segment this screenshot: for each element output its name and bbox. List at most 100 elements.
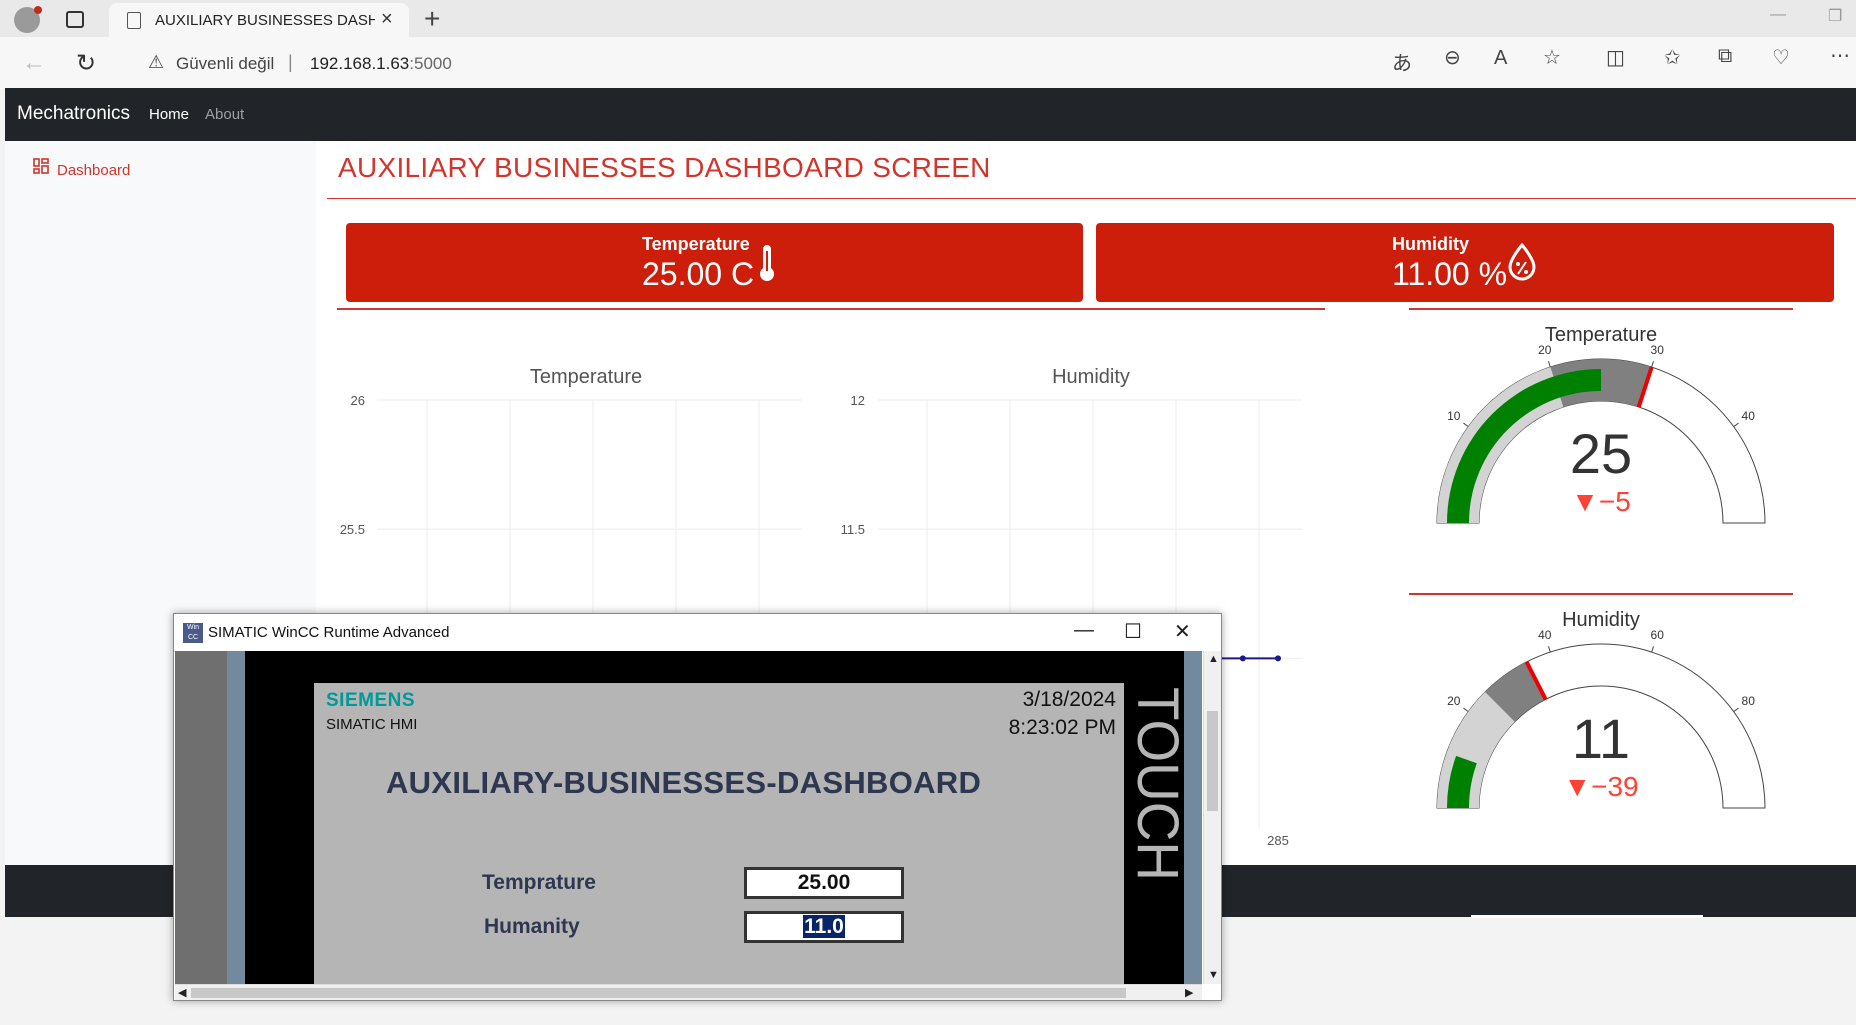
gauge-tick-label: 10 — [1447, 409, 1461, 423]
gauge-tick-label: 40 — [1742, 409, 1756, 423]
y-tick-label: 25.5 — [340, 522, 365, 537]
title-divider — [327, 198, 1856, 199]
hmi-left-bezel — [175, 651, 227, 984]
gauge-tick — [1547, 646, 1551, 653]
gauge-tick — [1733, 707, 1739, 713]
favorites-icon[interactable]: ✩ — [1664, 45, 1681, 70]
hmi-temp-field[interactable]: 25.00 — [744, 867, 904, 899]
page-title: AUXILIARY BUSINESSES DASHBOARD SCREEN — [338, 152, 991, 183]
temperature-gauge-panel: Temperature 10 20 30 40 25 ▼−5 — [1409, 308, 1793, 574]
hmi-minimize-icon[interactable]: — — [1074, 619, 1094, 642]
url-text: 192.168.1.63:5000 — [310, 54, 452, 74]
hmi-window-title: SIMATIC WinCC Runtime Advanced — [208, 624, 450, 641]
hmi-vertical-scrollbar[interactable]: ▲ ▼ — [1203, 651, 1221, 984]
dashboard-icon — [33, 158, 49, 179]
hmi-horizontal-scrollbar[interactable]: ◀ ▶ — [175, 984, 1202, 1000]
hmi-right-frame — [1184, 651, 1202, 984]
gauge-delta: ▼−39 — [1563, 771, 1638, 802]
top-navbar: Mechatronics Home About — [5, 88, 1856, 141]
data-point — [1239, 655, 1246, 662]
tab-actions-icon[interactable] — [66, 11, 84, 28]
hmi-maximize-icon[interactable]: ☐ — [1124, 619, 1142, 644]
temperature-card-label: Temperature — [642, 234, 750, 254]
scroll-down-icon[interactable]: ▼ — [1208, 969, 1219, 981]
gauge-tick — [1547, 361, 1551, 368]
minimize-icon[interactable]: — — [1770, 6, 1786, 24]
gauge-tick — [1651, 361, 1655, 368]
favorite-star-icon[interactable]: ☆ — [1543, 45, 1561, 70]
scroll-right-icon[interactable]: ▶ — [1185, 986, 1193, 999]
browser-toolbar: ← ↻ ⚠ Güvenli değil | 192.168.1.63:5000 … — [0, 37, 1856, 89]
gauge-tick-label: 20 — [1538, 343, 1552, 357]
url-host: 192.168.1.63 — [310, 54, 410, 73]
hmi-content: SIEMENS SIMATIC HMI 3/18/2024 8:23:02 PM… — [175, 651, 1202, 984]
performance-icon[interactable]: ♡ — [1772, 45, 1790, 70]
zoom-out-icon[interactable]: ⊖ — [1444, 45, 1461, 70]
gauge-tick-label: 30 — [1651, 343, 1665, 357]
wincc-runtime-window[interactable]: Win CC SIMATIC WinCC Runtime Advanced — ☐… — [173, 613, 1222, 1001]
scroll-left-icon[interactable]: ◀ — [178, 986, 186, 999]
sidebar-item-dashboard[interactable]: Dashboard — [57, 162, 130, 179]
gauge-tick-label: 20 — [1447, 694, 1461, 708]
hmi-hum-field[interactable]: 11.0 — [744, 911, 904, 943]
address-bar[interactable]: ⚠ Güvenli değil | 192.168.1.63:5000 — [128, 46, 1398, 80]
gauge-title: Humidity — [1562, 609, 1640, 631]
restore-icon[interactable]: ❐ — [1828, 6, 1842, 26]
siemens-logo: SIEMENS — [326, 690, 416, 711]
gauge-tick — [1651, 646, 1655, 653]
hmi-hum-value: 11.0 — [803, 915, 845, 938]
read-aloud-icon[interactable]: A — [1494, 47, 1507, 70]
data-point — [1275, 655, 1281, 662]
browser-tab[interactable]: AUXILIARY BUSINESSES DASHBOARD SCREEN × — [109, 3, 409, 37]
gauge-tick-label: 80 — [1742, 694, 1756, 708]
temperature-gauge: Temperature 10 20 30 40 25▼−5 — [1436, 324, 1766, 524]
gauge-tick-label: 40 — [1538, 628, 1552, 642]
x-tick-label: 285 — [1267, 833, 1289, 848]
profile-avatar-icon[interactable] — [14, 6, 42, 33]
y-tick-label: 11.5 — [841, 522, 865, 537]
warning-icon: ⚠ — [148, 52, 165, 72]
new-tab-icon[interactable]: + — [424, 3, 440, 35]
svg-text:TOUCH: TOUCH — [1125, 687, 1184, 881]
back-icon[interactable]: ← — [22, 49, 46, 77]
navbar-brand[interactable]: Mechatronics — [17, 103, 130, 125]
more-icon[interactable]: ⋯ — [1830, 43, 1850, 68]
simatic-hmi-label: SIMATIC HMI — [326, 716, 418, 733]
thermometer-icon — [756, 243, 778, 288]
hmi-screen-title: AUXILIARY-BUSINESSES-DASHBOARD — [386, 765, 982, 800]
chart-title: Humidity — [1052, 366, 1130, 388]
y-tick-label: 12 — [851, 393, 865, 408]
nav-about-link[interactable]: About — [205, 106, 244, 123]
address-separator: | — [288, 52, 293, 72]
nav-home-link[interactable]: Home — [149, 106, 189, 123]
browser-tab-bar: AUXILIARY BUSINESSES DASHBOARD SCREEN × … — [0, 0, 1856, 37]
translate-icon[interactable]: あ — [1392, 47, 1412, 76]
hmi-titlebar[interactable]: Win CC SIMATIC WinCC Runtime Advanced — ☐… — [174, 614, 1221, 650]
hmi-temp-label: Temprature — [482, 871, 596, 894]
hmi-close-icon[interactable]: ✕ — [1174, 619, 1191, 644]
collections-icon[interactable]: ⧉ — [1718, 45, 1732, 68]
hmi-temp-value: 25.00 — [797, 871, 851, 894]
insecure-label: Güvenli değil — [176, 54, 275, 73]
hmi-date: 3/18/2024 — [1022, 688, 1116, 711]
temperature-card-value: 25.00 C — [642, 256, 755, 292]
split-screen-icon[interactable]: ◫ — [1606, 45, 1625, 70]
hmi-time: 8:23:02 PM — [1008, 716, 1116, 739]
hmi-left-frame — [227, 651, 245, 984]
page-icon — [127, 12, 141, 29]
url-port: :5000 — [409, 54, 452, 73]
refresh-icon[interactable]: ↻ — [76, 49, 96, 78]
scroll-up-icon[interactable]: ▲ — [1208, 653, 1219, 665]
gauge-value: 11 — [1572, 707, 1630, 770]
humidity-card-label: Humidity — [1392, 234, 1470, 254]
footer-highlight — [1471, 915, 1703, 918]
gauge-tick — [1463, 707, 1469, 713]
gauge-value: 25 — [1570, 422, 1632, 485]
gauge-tick — [1463, 422, 1469, 428]
tab-title: AUXILIARY BUSINESSES DASHBOARD SCREEN — [155, 12, 375, 29]
hmi-hum-label: Humanity — [484, 915, 580, 938]
tab-close-icon[interactable]: × — [381, 8, 393, 31]
vscroll-thumb[interactable] — [1207, 711, 1218, 811]
hscroll-thumb[interactable] — [191, 988, 1126, 998]
hmi-screen: SIEMENS SIMATIC HMI 3/18/2024 8:23:02 PM… — [314, 683, 1124, 984]
